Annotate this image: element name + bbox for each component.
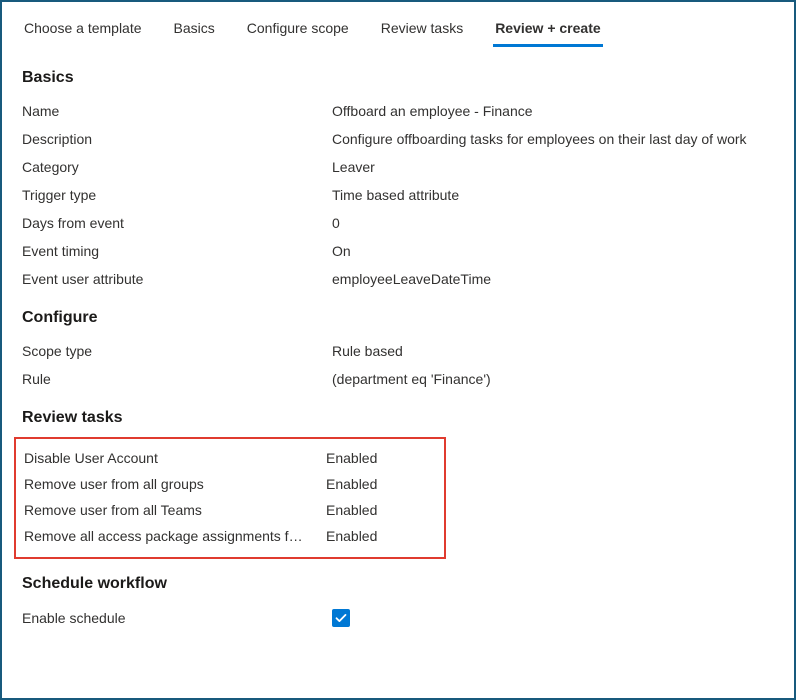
check-icon [335, 612, 347, 624]
row-enable-schedule: Enable schedule [22, 603, 774, 633]
value-description: Configure offboarding tasks for employee… [332, 131, 774, 147]
label-scope-type: Scope type [22, 343, 332, 359]
row-task-remove-groups: Remove user from all groups Enabled [24, 471, 436, 497]
value-task-remove-groups: Enabled [326, 476, 436, 492]
value-task-disable-user: Enabled [326, 450, 436, 466]
value-trigger-type: Time based attribute [332, 187, 774, 203]
value-task-remove-access-packages: Enabled [326, 528, 436, 544]
label-task-disable-user: Disable User Account [24, 450, 326, 466]
tab-review-tasks[interactable]: Review tasks [379, 12, 465, 46]
value-days-from-event: 0 [332, 215, 774, 231]
row-name: Name Offboard an employee - Finance [22, 97, 774, 125]
row-days-from-event: Days from event 0 [22, 209, 774, 237]
row-rule: Rule (department eq 'Finance') [22, 365, 774, 393]
row-trigger-type: Trigger type Time based attribute [22, 181, 774, 209]
review-tasks-highlight: Disable User Account Enabled Remove user… [14, 437, 446, 559]
row-category: Category Leaver [22, 153, 774, 181]
value-event-timing: On [332, 243, 774, 259]
label-task-remove-access-packages: Remove all access package assignments f… [24, 528, 326, 544]
section-title-basics: Basics [22, 69, 774, 87]
row-event-timing: Event timing On [22, 237, 774, 265]
row-task-remove-teams: Remove user from all Teams Enabled [24, 497, 436, 523]
label-event-user-attribute: Event user attribute [22, 271, 332, 287]
wizard-tabs: Choose a template Basics Configure scope… [22, 12, 774, 47]
label-enable-schedule: Enable schedule [22, 610, 332, 626]
label-name: Name [22, 103, 332, 119]
label-rule: Rule [22, 371, 332, 387]
label-days-from-event: Days from event [22, 215, 332, 231]
value-enable-schedule [332, 609, 774, 627]
value-task-remove-teams: Enabled [326, 502, 436, 518]
value-rule: (department eq 'Finance') [332, 371, 774, 387]
label-event-timing: Event timing [22, 243, 332, 259]
row-description: Description Configure offboarding tasks … [22, 125, 774, 153]
value-event-user-attribute: employeeLeaveDateTime [332, 271, 774, 287]
value-scope-type: Rule based [332, 343, 774, 359]
label-task-remove-groups: Remove user from all groups [24, 476, 326, 492]
section-title-configure: Configure [22, 309, 774, 327]
tab-review-create[interactable]: Review + create [493, 12, 602, 46]
section-title-review-tasks: Review tasks [22, 409, 774, 427]
value-category: Leaver [332, 159, 774, 175]
tab-choose-template[interactable]: Choose a template [22, 12, 144, 46]
row-task-remove-access-packages: Remove all access package assignments f…… [24, 523, 436, 549]
row-task-disable-user: Disable User Account Enabled [24, 445, 436, 471]
row-event-user-attribute: Event user attribute employeeLeaveDateTi… [22, 265, 774, 293]
row-scope-type: Scope type Rule based [22, 337, 774, 365]
label-description: Description [22, 131, 332, 147]
enable-schedule-checkbox[interactable] [332, 609, 350, 627]
tab-basics[interactable]: Basics [172, 12, 217, 46]
value-name: Offboard an employee - Finance [332, 103, 774, 119]
label-trigger-type: Trigger type [22, 187, 332, 203]
label-task-remove-teams: Remove user from all Teams [24, 502, 326, 518]
label-category: Category [22, 159, 332, 175]
section-title-schedule: Schedule workflow [22, 575, 774, 593]
tab-configure-scope[interactable]: Configure scope [245, 12, 351, 46]
